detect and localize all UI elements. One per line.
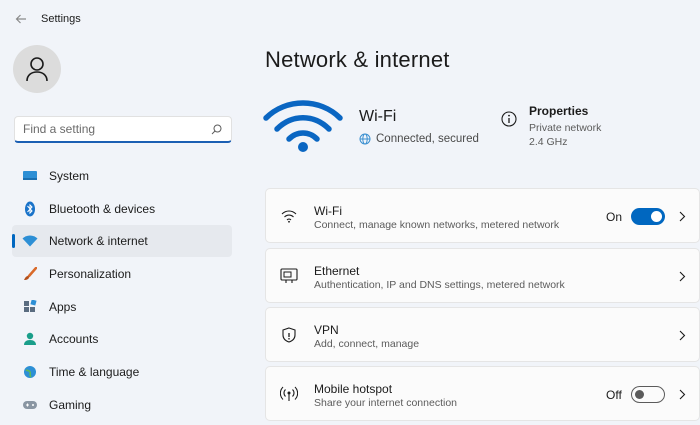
- chevron-right-icon[interactable]: [677, 269, 687, 283]
- wifi-hero-icon: [263, 100, 343, 152]
- page-title: Network & internet: [265, 47, 450, 72]
- system-icon: [22, 168, 38, 184]
- hotspot-icon: [280, 385, 298, 403]
- search-box[interactable]: [14, 116, 232, 143]
- globe-time-icon: [22, 364, 38, 380]
- sidebar-item-network[interactable]: Network & internet: [12, 225, 232, 258]
- card-title: Wi-Fi: [314, 204, 342, 218]
- apps-icon: [22, 299, 38, 315]
- sidebar-item-personalization[interactable]: Personalization: [12, 258, 232, 290]
- vpn-card[interactable]: VPN Add, connect, manage: [265, 307, 700, 362]
- user-icon: [26, 57, 48, 82]
- card-title: VPN: [314, 323, 339, 337]
- sidebar-item-label: Accounts: [49, 332, 99, 347]
- connection-status-text: Connected, secured: [376, 133, 479, 145]
- toggle-knob: [635, 390, 644, 399]
- card-desc: Share your internet connection: [314, 397, 458, 409]
- shield-icon: [280, 326, 298, 344]
- sidebar-item-label: Apps: [49, 299, 77, 314]
- search-icon[interactable]: [209, 122, 223, 136]
- sidebar-item-accounts[interactable]: Accounts: [12, 323, 232, 355]
- sidebar-item-label: Personalization: [49, 267, 132, 282]
- sidebar-item-time-language[interactable]: Time & language: [12, 356, 232, 388]
- card-title: Ethernet: [314, 264, 360, 278]
- gamepad-icon: [22, 397, 38, 413]
- card-desc: Connect, manage known networks, metered …: [314, 219, 560, 231]
- connection-status: Connected, secured: [359, 133, 479, 145]
- sidebar-item-label: Network & internet: [49, 234, 148, 249]
- wifi-icon: [280, 207, 298, 225]
- avatar[interactable]: [13, 45, 61, 93]
- back-arrow-icon: [15, 14, 26, 24]
- brush-icon: [22, 266, 38, 282]
- info-icon[interactable]: [501, 111, 517, 127]
- chevron-right-icon[interactable]: [677, 328, 687, 342]
- mobile-hotspot-toggle[interactable]: [631, 386, 665, 403]
- toggle-knob: [651, 211, 662, 222]
- sidebar-item-bluetooth[interactable]: Bluetooth & devices: [12, 193, 232, 225]
- title-bar: Settings: [0, 0, 700, 40]
- properties-network-type: Private network: [529, 122, 602, 134]
- sidebar-item-label: Gaming: [49, 397, 92, 412]
- properties-band: 2.4 GHz: [529, 136, 568, 148]
- card-desc: Add, connect, manage: [314, 338, 420, 350]
- connection-name: Wi-Fi: [359, 108, 397, 125]
- back-button[interactable]: [10, 8, 32, 30]
- mobile-hotspot-card[interactable]: Mobile hotspot Share your internet conne…: [265, 366, 700, 421]
- wifi-card[interactable]: Wi-Fi Connect, manage known networks, me…: [265, 188, 700, 243]
- chevron-right-icon[interactable]: [677, 209, 687, 223]
- ethernet-card[interactable]: Ethernet Authentication, IP and DNS sett…: [265, 248, 700, 303]
- accounts-icon: [22, 331, 38, 347]
- sidebar-nav: System Bluetooth & devices Network & int…: [12, 160, 232, 422]
- search-input[interactable]: [23, 122, 209, 136]
- chevron-right-icon[interactable]: [677, 387, 687, 401]
- app-title: Settings: [41, 13, 81, 25]
- sidebar-item-label: Bluetooth & devices: [49, 201, 156, 216]
- sidebar-item-label: System: [49, 169, 90, 183]
- sidebar-item-gaming[interactable]: Gaming: [12, 389, 232, 421]
- globe-icon: [359, 133, 371, 145]
- sidebar-item-apps[interactable]: Apps: [12, 291, 232, 323]
- ethernet-icon: [280, 267, 298, 285]
- toggle-label: On: [606, 210, 623, 224]
- sidebar-item-label: Time & language: [49, 365, 140, 380]
- card-title: Mobile hotspot: [314, 382, 393, 396]
- wifi-toggle[interactable]: [631, 208, 665, 225]
- network-icon: [22, 233, 38, 249]
- bluetooth-icon: [22, 201, 38, 217]
- properties-link[interactable]: Properties: [529, 104, 588, 118]
- toggle-label: Off: [606, 388, 622, 402]
- card-desc: Authentication, IP and DNS settings, met…: [314, 279, 565, 291]
- sidebar-item-system[interactable]: System: [12, 160, 232, 192]
